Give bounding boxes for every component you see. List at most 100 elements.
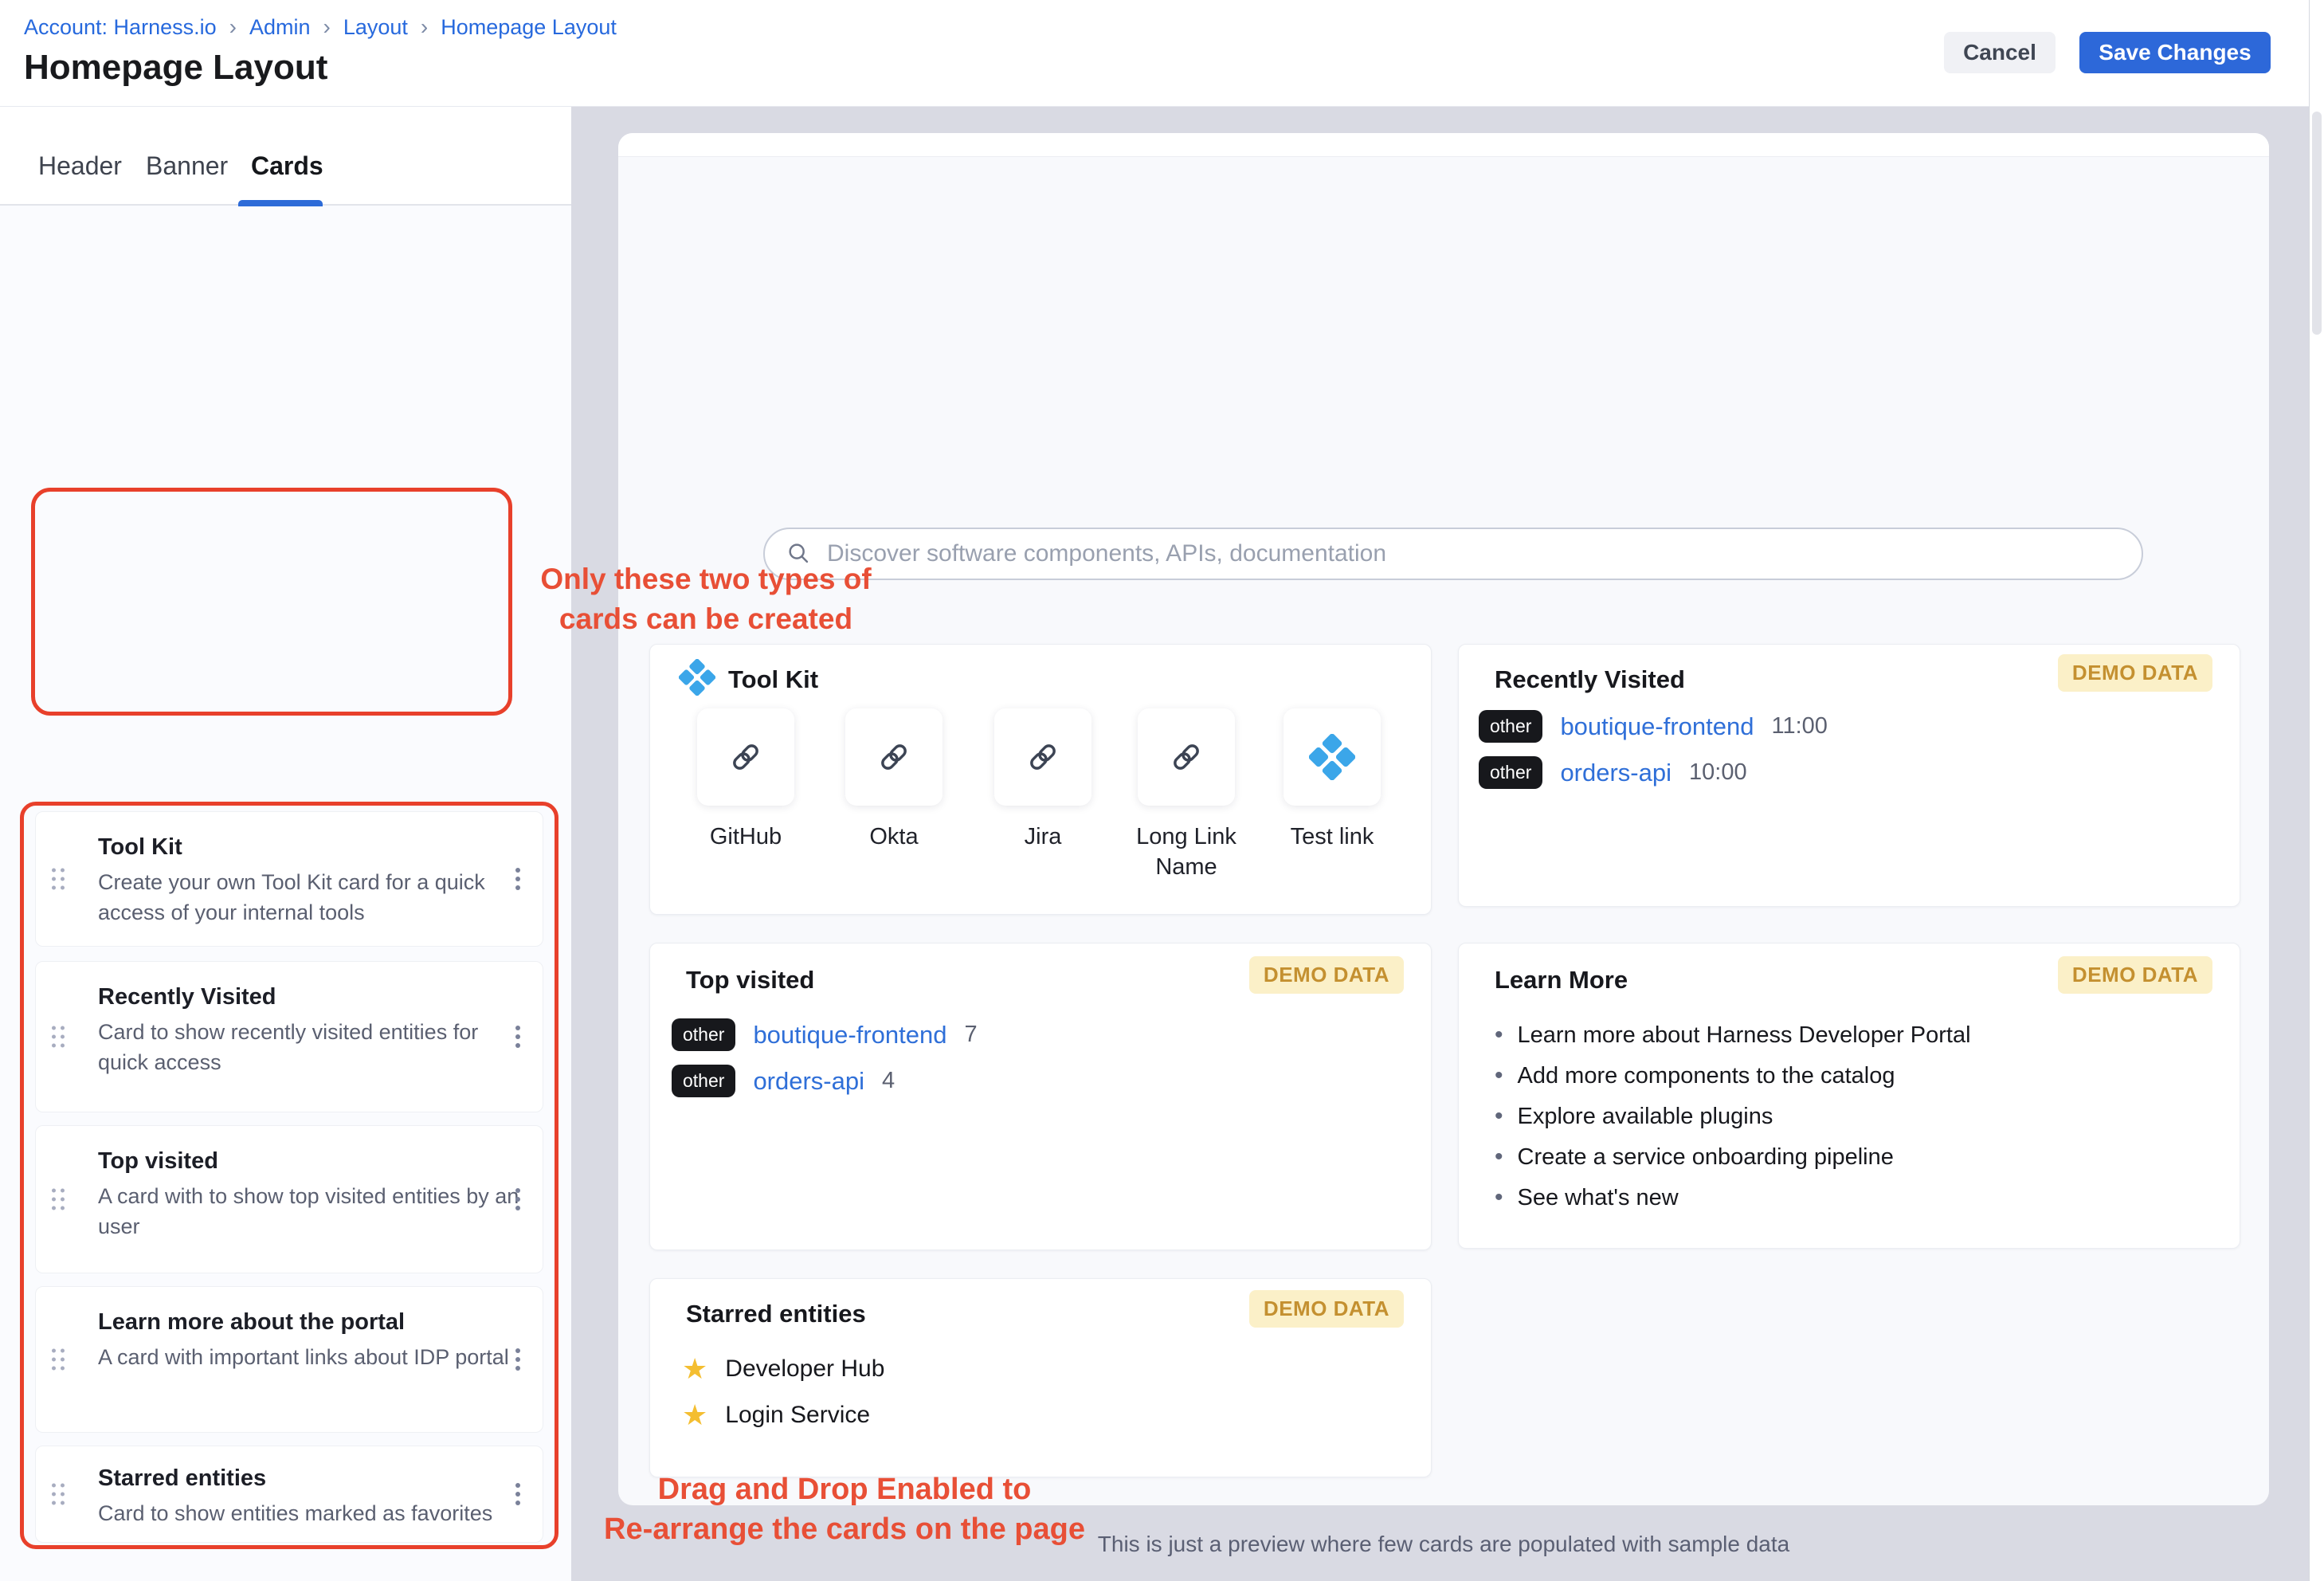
added-card-title: Top visited bbox=[98, 1148, 527, 1175]
added-card-recently-visited[interactable]: Recently Visited Card to show recently v… bbox=[35, 961, 543, 1112]
starred-entity-name: Developer Hub bbox=[725, 1355, 884, 1383]
entity-time: 11:00 bbox=[1771, 713, 1827, 740]
learn-more-link[interactable]: • See what's new bbox=[1495, 1184, 2212, 1211]
drag-handle-icon[interactable] bbox=[52, 1484, 65, 1505]
harness-diamond-icon bbox=[1309, 734, 1355, 780]
learn-more-link-label: See what's new bbox=[1518, 1184, 1679, 1211]
starred-entities-card: Starred entities DEMO DATA ★ Developer H… bbox=[649, 1278, 1432, 1477]
entity-link[interactable]: orders-api bbox=[1560, 759, 1671, 787]
link-icon bbox=[727, 739, 764, 775]
entity-count: 4 bbox=[882, 1068, 895, 1094]
page-title: Homepage Layout bbox=[24, 48, 327, 88]
entity-link[interactable]: boutique-frontend bbox=[753, 1021, 946, 1049]
starred-entities-title: Starred entities bbox=[686, 1300, 866, 1328]
search-input[interactable] bbox=[827, 540, 2142, 567]
kebab-menu-icon[interactable] bbox=[511, 1021, 525, 1053]
scrollbar[interactable] bbox=[2309, 0, 2324, 1581]
added-card-title: Starred entities bbox=[98, 1465, 527, 1492]
toolkit-tile-jira[interactable] bbox=[994, 708, 1091, 806]
entity-count: 7 bbox=[964, 1022, 977, 1048]
entity-time: 10:00 bbox=[1689, 759, 1747, 786]
demo-data-badge: DEMO DATA bbox=[2058, 654, 2212, 692]
breadcrumb-current[interactable]: Homepage Layout bbox=[441, 15, 617, 40]
tile-label: Jira bbox=[983, 822, 1103, 852]
toolkit-tile-test-link[interactable] bbox=[1283, 708, 1381, 806]
kebab-menu-icon[interactable] bbox=[511, 863, 525, 895]
cancel-button[interactable]: Cancel bbox=[1944, 32, 2056, 73]
added-card-starred[interactable]: Starred entities Card to show entities m… bbox=[35, 1446, 543, 1543]
learn-more-link[interactable]: • Learn more about Harness Developer Port… bbox=[1495, 1022, 2212, 1049]
added-card-desc: Create your own Tool Kit card for a quic… bbox=[98, 867, 532, 928]
starred-entity-name: Login Service bbox=[725, 1402, 870, 1429]
recently-visited-title: Recently Visited bbox=[1495, 665, 1685, 694]
breadcrumb: Account: Harness.io › Admin › Layout › H… bbox=[24, 14, 617, 40]
active-tab-indicator bbox=[238, 200, 323, 206]
added-card-title: Recently Visited bbox=[98, 984, 527, 1010]
preview-footer-note: This is just a preview where few cards a… bbox=[618, 1532, 2269, 1557]
bullet-icon: • bbox=[1495, 1022, 1503, 1049]
demo-data-badge: DEMO DATA bbox=[1249, 956, 1404, 994]
toolkit-card-icon bbox=[679, 659, 715, 696]
tile-label: Test link bbox=[1272, 822, 1392, 852]
top-visited-card: Top visited DEMO DATA other boutique-fro… bbox=[649, 943, 1432, 1250]
toolkit-tile-okta[interactable] bbox=[845, 708, 943, 806]
link-icon bbox=[876, 739, 912, 775]
entity-kind-tag: other bbox=[672, 1065, 735, 1097]
added-card-toolkit[interactable]: Tool Kit Create your own Tool Kit card f… bbox=[35, 811, 543, 947]
entity-kind-tag: other bbox=[672, 1018, 735, 1051]
bullet-icon: • bbox=[1495, 1103, 1503, 1130]
learn-more-link-label: Learn more about Harness Developer Porta… bbox=[1518, 1022, 1971, 1049]
link-icon bbox=[1168, 739, 1205, 775]
bullet-icon: • bbox=[1495, 1062, 1503, 1089]
tab-banner[interactable]: Banner bbox=[146, 151, 228, 181]
breadcrumb-separator: › bbox=[229, 14, 237, 40]
toolkit-card-title: Tool Kit bbox=[728, 665, 818, 694]
star-icon: ★ bbox=[682, 1399, 707, 1432]
scrollbar-thumb[interactable] bbox=[2312, 112, 2322, 335]
entity-kind-tag: other bbox=[1479, 756, 1542, 789]
entity-link[interactable]: boutique-frontend bbox=[1560, 712, 1754, 741]
added-card-title: Tool Kit bbox=[98, 834, 527, 861]
learn-more-link[interactable]: •Create a service onboarding pipeline bbox=[1495, 1144, 2212, 1171]
top-visited-title: Top visited bbox=[686, 966, 814, 994]
toolkit-tile-long-link[interactable] bbox=[1138, 708, 1235, 806]
bullet-icon: • bbox=[1495, 1184, 1503, 1211]
entity-link[interactable]: orders-api bbox=[753, 1067, 864, 1096]
kebab-menu-icon[interactable] bbox=[511, 1344, 525, 1375]
learn-more-link[interactable]: •Explore available plugins bbox=[1495, 1103, 2212, 1130]
drag-handle-icon[interactable] bbox=[52, 1026, 65, 1048]
discover-search-bar[interactable] bbox=[763, 528, 2143, 580]
drag-handle-icon[interactable] bbox=[52, 869, 65, 890]
added-card-learn-more[interactable]: Learn more about the portal A card with … bbox=[35, 1286, 543, 1433]
starred-entity[interactable]: ★ Developer Hub bbox=[682, 1352, 884, 1386]
added-card-top-visited[interactable]: Top visited A card with to show top visi… bbox=[35, 1125, 543, 1273]
kebab-menu-icon[interactable] bbox=[511, 1183, 525, 1215]
tab-cards[interactable]: Cards bbox=[251, 151, 323, 181]
breadcrumb-admin[interactable]: Admin bbox=[249, 15, 311, 40]
added-card-desc: Card to show entities marked as favorite… bbox=[98, 1498, 532, 1528]
added-card-desc: Card to show recently visited entities f… bbox=[98, 1017, 532, 1077]
tile-label: Long Link Name bbox=[1127, 822, 1246, 882]
starred-entity[interactable]: ★ Login Service bbox=[682, 1399, 870, 1432]
toolkit-tile-github[interactable] bbox=[697, 708, 794, 806]
learn-more-link-label: Add more components to the catalog bbox=[1518, 1062, 1895, 1089]
entity-kind-tag: other bbox=[1479, 710, 1542, 743]
breadcrumb-separator: › bbox=[323, 14, 330, 40]
link-icon bbox=[1025, 739, 1061, 775]
breadcrumb-account[interactable]: Account: Harness.io bbox=[24, 15, 217, 40]
learn-more-title: Learn More bbox=[1495, 966, 1628, 994]
added-card-desc: A card with to show top visited entities… bbox=[98, 1181, 532, 1242]
tab-header[interactable]: Header bbox=[38, 151, 122, 181]
breadcrumb-separator: › bbox=[421, 14, 428, 40]
added-card-desc: A card with important links about IDP po… bbox=[98, 1342, 532, 1372]
added-card-title: Learn more about the portal bbox=[98, 1309, 527, 1336]
learn-more-link[interactable]: • Add more components to the catalog bbox=[1495, 1062, 2212, 1089]
drag-handle-icon[interactable] bbox=[52, 1349, 65, 1371]
save-changes-button[interactable]: Save Changes bbox=[2079, 32, 2271, 73]
drag-handle-icon[interactable] bbox=[52, 1189, 65, 1210]
kebab-menu-icon[interactable] bbox=[511, 1478, 525, 1510]
toolkit-preview-card: Tool Kit bbox=[649, 644, 1432, 915]
breadcrumb-layout[interactable]: Layout bbox=[343, 15, 408, 40]
demo-data-badge: DEMO DATA bbox=[2058, 956, 2212, 994]
bullet-icon: • bbox=[1495, 1144, 1503, 1171]
